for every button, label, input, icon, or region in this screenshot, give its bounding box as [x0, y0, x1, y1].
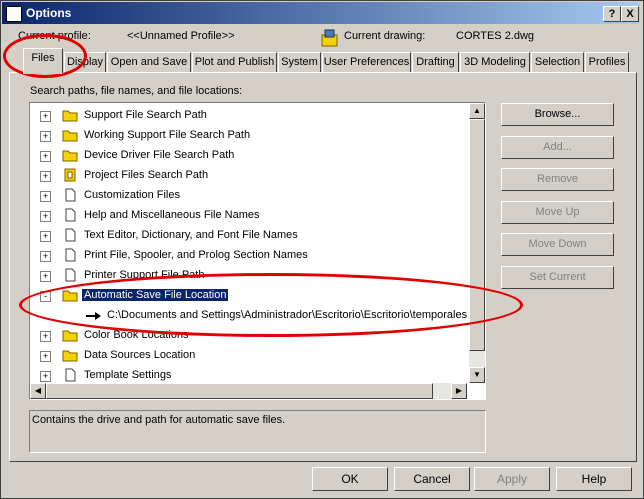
- expand-plus-icon[interactable]: +: [40, 271, 51, 282]
- move-down-button[interactable]: Move Down: [501, 233, 614, 257]
- tab-profiles[interactable]: Profiles: [585, 52, 629, 73]
- tree-item[interactable]: + Print File, Spooler, and Prolog Section…: [31, 246, 468, 266]
- file-icon: [62, 248, 78, 262]
- tree-header: Search paths, file names, and file locat…: [30, 85, 243, 97]
- tree-item[interactable]: + Help and Miscellaneous File Names: [31, 206, 468, 226]
- drawing-icon: [321, 29, 338, 47]
- folder-icon: [62, 328, 78, 342]
- tree-item[interactable]: + Device Driver File Search Path: [31, 146, 468, 166]
- expand-plus-icon[interactable]: +: [40, 331, 51, 342]
- folder-icon: [62, 128, 78, 142]
- tree-item-label: Project Files Search Path: [84, 169, 209, 181]
- file-icon: [62, 188, 78, 202]
- folder-icon: [62, 288, 78, 302]
- tree-item-label: C:\Documents and Settings\Administrador\…: [107, 309, 468, 321]
- tab-selection[interactable]: Selection: [531, 52, 584, 73]
- expand-plus-icon[interactable]: +: [40, 231, 51, 242]
- ok-button[interactable]: OK: [312, 467, 388, 491]
- vertical-scrollbar[interactable]: ▲ ▼: [469, 103, 485, 383]
- folder-icon: [62, 148, 78, 162]
- tree-item-label: Text Editor, Dictionary, and Font File N…: [84, 229, 298, 241]
- help-title-button[interactable]: ?: [603, 6, 621, 22]
- options-dialog: Options ? X Current profile: <<Unnamed P…: [0, 0, 644, 499]
- horizontal-scrollbar[interactable]: ◀ ▶: [30, 383, 467, 399]
- current-drawing-value: CORTES 2.dwg: [456, 30, 535, 42]
- expand-plus-icon[interactable]: +: [40, 191, 51, 202]
- project-icon: [62, 168, 78, 182]
- tab-files[interactable]: Files: [23, 48, 63, 74]
- browse-button[interactable]: Browse...: [501, 103, 614, 126]
- tree-item[interactable]: + Text Editor, Dictionary, and Font File …: [31, 226, 468, 246]
- expand-plus-icon[interactable]: +: [40, 351, 51, 362]
- tree-item-label: Automatic Save File Location: [82, 289, 229, 301]
- title-bar[interactable]: Options ? X: [2, 2, 640, 24]
- tree-item[interactable]: + Color Book Locations: [31, 326, 468, 346]
- tree-item[interactable]: + Data Sources Location: [31, 346, 468, 366]
- current-drawing-label: Current drawing:: [344, 30, 426, 42]
- tree-item[interactable]: + Customization Files: [31, 186, 468, 206]
- folder-icon: [62, 348, 78, 362]
- expand-minus-icon[interactable]: -: [40, 291, 51, 302]
- description-box: Contains the drive and path for automati…: [29, 410, 486, 453]
- set-current-button[interactable]: Set Current: [501, 266, 614, 289]
- close-button[interactable]: X: [621, 6, 639, 22]
- tree-item-label: Device Driver File Search Path: [84, 149, 235, 161]
- tree-item[interactable]: + Working Support File Search Path: [31, 126, 468, 146]
- app-icon: [6, 6, 22, 22]
- tree-item[interactable]: + Project Files Search Path: [31, 166, 468, 186]
- hscroll-thumb[interactable]: [46, 383, 433, 399]
- file-icon: [62, 368, 78, 382]
- tab-display[interactable]: Display: [64, 52, 106, 73]
- file-locations-tree[interactable]: + Support File Search Path + Working Suppor…: [29, 102, 486, 400]
- tree-item[interactable]: + Support File Search Path: [31, 106, 468, 126]
- tree-item[interactable]: C:\Documents and Settings\Administrador\…: [31, 306, 468, 326]
- expand-plus-icon[interactable]: +: [40, 211, 51, 222]
- current-profile-value: <<Unnamed Profile>>: [127, 30, 235, 42]
- file-icon: [62, 228, 78, 242]
- add-button[interactable]: Add...: [501, 135, 614, 159]
- tab-drafting[interactable]: Drafting: [412, 52, 459, 73]
- cancel-button[interactable]: Cancel: [394, 467, 470, 491]
- scroll-left-icon[interactable]: ◀: [30, 383, 46, 399]
- scroll-thumb[interactable]: [469, 119, 485, 351]
- help-button[interactable]: Help: [556, 467, 632, 491]
- window-title: Options: [26, 6, 72, 20]
- tab-system[interactable]: System: [278, 52, 321, 73]
- tree-item-label: Template Settings: [84, 369, 172, 381]
- file-icon: [62, 208, 78, 222]
- expand-plus-icon[interactable]: +: [40, 131, 51, 142]
- expand-plus-icon[interactable]: +: [40, 371, 51, 382]
- tree-item[interactable]: + Template Settings: [31, 366, 468, 383]
- scroll-down-icon[interactable]: ▼: [469, 367, 485, 383]
- tree-item-label: Working Support File Search Path: [84, 129, 251, 141]
- tab-3d-modeling[interactable]: 3D Modeling: [460, 52, 530, 73]
- description-text: Contains the drive and path for automati…: [32, 414, 286, 426]
- folder-icon: [62, 108, 78, 122]
- tree-item[interactable]: + Printer Support File Path: [31, 266, 468, 286]
- expand-plus-icon[interactable]: +: [40, 151, 51, 162]
- expand-plus-icon[interactable]: +: [40, 171, 51, 182]
- tab-plot-and-publish[interactable]: Plot and Publish: [192, 52, 277, 73]
- tree-item-label: Color Book Locations: [84, 329, 189, 341]
- tab-open-and-save[interactable]: Open and Save: [107, 52, 191, 73]
- tree-item[interactable]: - Automatic Save File Location: [31, 286, 468, 306]
- scroll-up-icon[interactable]: ▲: [469, 103, 485, 119]
- tree-item-label: Printer Support File Path: [84, 269, 205, 281]
- apply-button[interactable]: Apply: [474, 467, 550, 491]
- tree-item-label: Help and Miscellaneous File Names: [84, 209, 260, 221]
- tree-item-label: Print File, Spooler, and Prolog Section …: [84, 249, 308, 261]
- scroll-right-icon[interactable]: ▶: [451, 383, 467, 399]
- expand-plus-icon[interactable]: +: [40, 251, 51, 262]
- tree-item-label: Customization Files: [84, 189, 180, 201]
- tree-item-label: Data Sources Location: [84, 349, 196, 361]
- remove-button[interactable]: Remove: [501, 168, 614, 192]
- expand-plus-icon[interactable]: +: [40, 111, 51, 122]
- move-up-button[interactable]: Move Up: [501, 200, 614, 224]
- arrow-icon: [85, 309, 105, 326]
- tab-user-preferences[interactable]: User Preferences: [322, 52, 411, 73]
- current-profile-label: Current profile:: [18, 30, 91, 42]
- tree-item-label: Support File Search Path: [84, 109, 207, 121]
- file-icon: [62, 268, 78, 282]
